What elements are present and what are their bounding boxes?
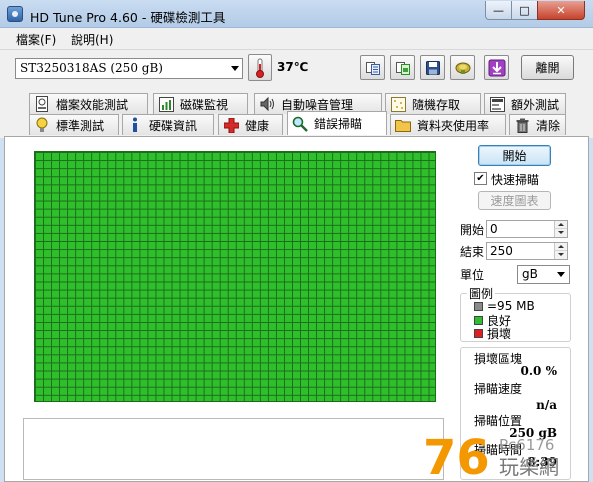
quick-scan-checkbox[interactable]: ✔ [474, 172, 487, 185]
unit-label: 單位 [460, 268, 485, 282]
start-button[interactable]: 開始 [478, 145, 551, 166]
file-benchmark-icon [34, 96, 50, 112]
start-input[interactable]: 0 [486, 220, 568, 238]
svg-text:玩樂網: 玩樂網 [499, 455, 559, 479]
watermark: 76 Pc6176 玩樂網 [423, 430, 593, 482]
tab-bar: 檔案效能測試 磁碟監視 自動噪音管理 隨機存取 額外測試 標準測試 硬碟資訊 健… [0, 88, 593, 138]
tab-label: 硬碟資訊 [149, 118, 198, 133]
end-input[interactable]: 250 [486, 242, 568, 260]
minimize-button[interactable]: — [485, 1, 512, 20]
tab-disk-monitor[interactable]: 磁碟監視 [153, 93, 248, 114]
trash-icon [514, 117, 530, 133]
svg-text:Pc6176: Pc6176 [499, 436, 554, 454]
speed-map-button[interactable]: 速度圖表 [478, 191, 551, 210]
scan-speed-value: n/a [536, 398, 557, 412]
block-map [34, 151, 436, 402]
tab-label: 資料夾使用率 [417, 118, 490, 133]
unit-select-value: gB [522, 267, 538, 281]
random-access-icon [390, 96, 406, 112]
close-button[interactable]: ✕ [537, 1, 585, 20]
drive-select-value: ST3250318AS (250 gB) [20, 61, 163, 75]
tab-error-scan[interactable]: 錯誤掃瞄 [287, 111, 387, 135]
tab-label: 標準測試 [56, 118, 105, 133]
legend-item: =95 MB [474, 299, 535, 313]
folder-icon [395, 117, 411, 133]
disk-monitor-icon [158, 96, 174, 112]
tab-label: 清除 [536, 118, 561, 133]
tab-health[interactable]: 健康 [218, 114, 283, 135]
tab-label: 自動噪音管理 [281, 97, 354, 112]
legend-swatch-green [474, 316, 483, 325]
tab-folder-usage[interactable]: 資料夾使用率 [390, 114, 506, 135]
tab-label: 錯誤掃瞄 [314, 117, 363, 131]
download-icon[interactable] [484, 55, 509, 80]
options-icon[interactable] [450, 55, 475, 80]
spin-up-icon[interactable] [554, 221, 567, 229]
end-input-value: 250 [490, 244, 513, 258]
tab-label: 檔案效能測試 [56, 97, 129, 112]
tab-label: 隨機存取 [412, 97, 461, 112]
window-title: HD Tune Pro 4.60 - 硬碟檢測工具 [30, 10, 226, 25]
spin-down-icon[interactable] [554, 229, 567, 237]
magnifier-icon [292, 116, 308, 132]
tab-label: 健康 [245, 118, 270, 133]
copy-text-icon[interactable] [360, 55, 385, 80]
app-icon [7, 6, 23, 22]
copy-screenshot-icon[interactable] [390, 55, 415, 80]
extra-tests-icon [489, 96, 505, 112]
legend-label: =95 MB [487, 299, 535, 313]
checkmark-icon: ✔ [476, 172, 485, 184]
tab-extra-tests[interactable]: 額外測試 [484, 93, 566, 114]
quick-scan-label: 快速掃瞄 [491, 173, 540, 187]
tab-label: 磁碟監視 [180, 97, 229, 112]
end-label: 結束 [460, 245, 485, 259]
temperature-readout: 37℃ [277, 60, 309, 74]
exit-button[interactable]: 離開 [521, 55, 574, 80]
thermometer-icon[interactable] [248, 54, 272, 81]
spin-up-icon[interactable] [554, 243, 567, 251]
chevron-down-icon [557, 272, 565, 277]
scan-speed-label: 掃瞄速度 [474, 382, 523, 396]
damaged-blocks-value: 0.0 % [520, 364, 557, 378]
start-label: 開始 [460, 223, 485, 237]
legend-swatch-red [474, 329, 483, 338]
info-icon [127, 117, 143, 133]
tab-file-benchmark[interactable]: 檔案效能測試 [29, 93, 148, 114]
chevron-down-icon [231, 66, 239, 71]
legend-item: 損壞 [474, 325, 511, 342]
title-bar: HD Tune Pro 4.60 - 硬碟檢測工具 — □ ✕ [0, 0, 593, 28]
menu-bar: 檔案(F) 說明(H) [0, 28, 593, 50]
tab-label: 額外測試 [511, 97, 560, 112]
tab-benchmark[interactable]: 標準測試 [29, 114, 119, 135]
svg-text:76: 76 [423, 430, 490, 482]
lightbulb-icon [34, 117, 50, 133]
tab-erase[interactable]: 清除 [509, 114, 566, 135]
scan-log [23, 418, 444, 480]
unit-select[interactable]: gB [517, 265, 570, 284]
tab-random-access[interactable]: 隨機存取 [385, 93, 481, 114]
spin-down-icon[interactable] [554, 251, 567, 259]
drive-select[interactable]: ST3250318AS (250 gB) [15, 58, 243, 79]
maximize-button[interactable]: □ [511, 1, 538, 20]
health-cross-icon [223, 117, 239, 133]
start-input-value: 0 [490, 222, 498, 236]
menu-file[interactable]: 檔案(F) [16, 31, 56, 48]
menu-help[interactable]: 說明(H) [71, 31, 113, 48]
speaker-icon [259, 96, 275, 112]
toolbar: ST3250318AS (250 gB) 37℃ 離開 [0, 50, 593, 88]
save-icon[interactable] [420, 55, 445, 80]
legend-label: 損壞 [487, 327, 512, 341]
watermark-logo: 76 Pc6176 玩樂網 [423, 430, 559, 482]
tab-info[interactable]: 硬碟資訊 [122, 114, 214, 135]
legend-swatch-grey [474, 301, 483, 311]
